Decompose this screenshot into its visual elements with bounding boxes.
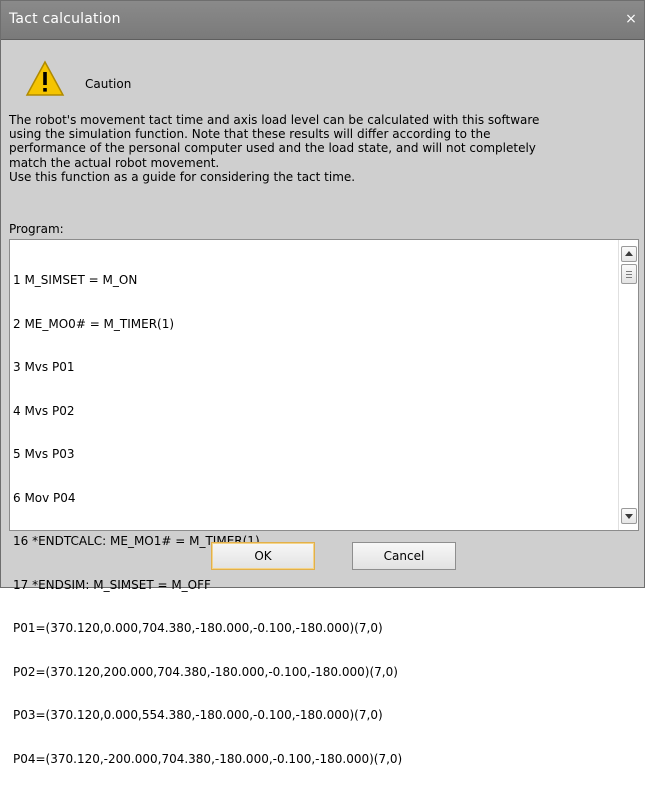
- program-line: P03=(370.120,0.000,554.380,-180.000,-0.1…: [13, 708, 383, 722]
- tact-calculation-dialog: Tact calculation × Caution The robot's m…: [0, 0, 645, 766]
- message-line: Use this function as a guide for conside…: [9, 169, 356, 184]
- title-bar[interactable]: Tact calculation ×: [1, 1, 644, 40]
- program-line: 3 Mvs P01: [13, 360, 75, 374]
- chevron-down-icon: [625, 514, 633, 519]
- program-line: 17 *ENDSIM: M_SIMSET = M_OFF: [13, 577, 211, 592]
- message-line: performance of the personal computer use…: [9, 141, 536, 156]
- cancel-button[interactable]: Cancel: [352, 542, 456, 570]
- warning-icon: [25, 60, 65, 96]
- message-line: The robot's movement tact time and axis …: [9, 113, 540, 127]
- program-line: P01=(370.120,0.000,704.380,-180.000,-0.1…: [13, 621, 383, 635]
- program-line: 2 ME_MO0# = M_TIMER(1): [13, 316, 175, 331]
- program-listing[interactable]: 1 M_SIMSET = M_ON 2 ME_MO0# = M_TIMER(1)…: [13, 244, 616, 795]
- close-icon[interactable]: ×: [622, 10, 640, 28]
- message-line: using the simulation function. Note that…: [9, 127, 491, 142]
- program-line: 6 Mov P04: [13, 490, 76, 505]
- message-line: match the actual robot movement.: [9, 155, 220, 170]
- program-line: 5 Mvs P03: [13, 447, 75, 461]
- chevron-up-icon: [625, 251, 633, 256]
- scroll-up-button[interactable]: [621, 246, 637, 262]
- program-textarea[interactable]: 1 M_SIMSET = M_ON 2 ME_MO0# = M_TIMER(1)…: [9, 239, 639, 766]
- scroll-thumb[interactable]: [621, 264, 637, 284]
- grip-line: [626, 277, 632, 278]
- dialog-title: Tact calculation: [9, 11, 121, 27]
- grip-line: [626, 274, 632, 275]
- program-line: P02=(370.120,200.000,704.380,-180.000,-0…: [13, 664, 398, 679]
- vertical-scrollbar[interactable]: [618, 240, 638, 530]
- program-line: 4 Mvs P02: [13, 403, 75, 418]
- caution-label: Caution: [85, 77, 132, 91]
- scroll-down-button[interactable]: [621, 508, 637, 524]
- caution-message: The robot's movement tact time and axis …: [9, 113, 637, 184]
- ok-button[interactable]: OK: [211, 542, 315, 570]
- program-line: 1 M_SIMSET = M_ON: [13, 273, 138, 287]
- grip-line: [626, 271, 632, 272]
- program-line: P04=(370.120,-200.000,704.380,-180.000,-…: [13, 751, 403, 766]
- program-label: Program:: [9, 222, 64, 236]
